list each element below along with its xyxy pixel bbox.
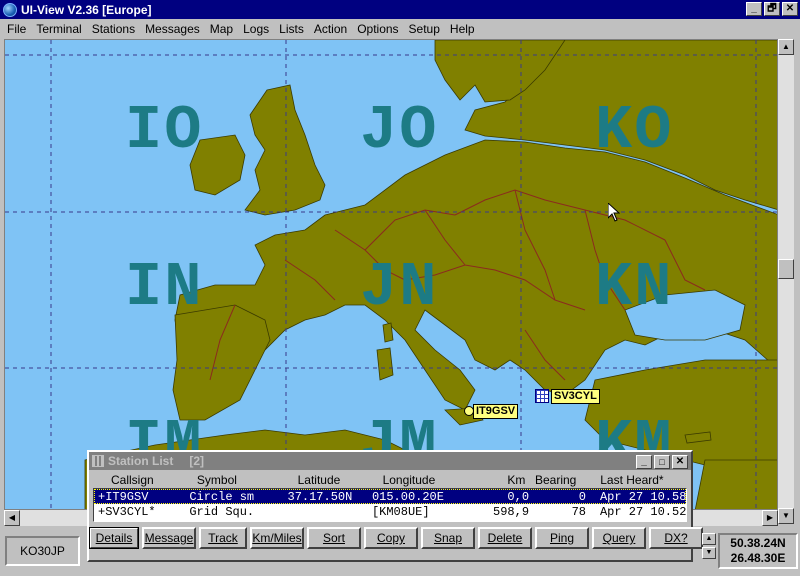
minimize-button[interactable]: _ <box>746 2 762 16</box>
cell-km: 0,0 <box>507 489 530 504</box>
station-list-body[interactable]: +IT9GSV Circle sm 37.17.50N 015.00.20E 0… <box>93 488 687 522</box>
scroll-up-icon[interactable]: ▲ <box>778 39 794 55</box>
grid-label-jo: JO <box>360 95 439 166</box>
scroll-left-icon[interactable]: ◀ <box>4 510 20 526</box>
snap-button[interactable]: Snap <box>421 527 475 549</box>
restore-button[interactable]: 🗗 <box>764 2 780 16</box>
window-title: UI-View V2.36 [Europe] <box>21 2 152 17</box>
grid-label-kn: KN <box>595 252 674 323</box>
list-maximize-button[interactable]: □ <box>654 455 670 469</box>
col-last-heard[interactable]: Last Heard* <box>588 473 687 487</box>
scroll-down-icon[interactable]: ▼ <box>778 508 794 524</box>
col-longitude[interactable]: Longitude <box>373 473 472 487</box>
copy-button[interactable]: Copy <box>364 527 418 549</box>
details-button[interactable]: Details <box>89 527 139 549</box>
menu-bar: File Terminal Stations Messages Map Logs… <box>0 19 800 38</box>
menu-action[interactable]: Action <box>309 22 352 36</box>
station-list-titlebar[interactable]: Station List [2] _ □ ✕ <box>89 452 691 470</box>
table-row[interactable]: +IT9GSV Circle sm 37.17.50N 015.00.20E 0… <box>94 489 686 504</box>
list-close-button[interactable]: ✕ <box>672 455 688 469</box>
cell-longitude: [KM08UE] <box>371 504 430 519</box>
cell-bearing: 0 <box>578 489 586 504</box>
menu-setup[interactable]: Setup <box>404 22 445 36</box>
island-sardinia <box>376 347 394 381</box>
cell-bearing: 78 <box>571 504 586 519</box>
station-label-it9gsv[interactable]: IT9GSV <box>473 404 519 419</box>
cell-last-heard: Apr 27 10.58 <box>599 489 687 504</box>
spin-up-icon[interactable]: ▲ <box>702 533 716 545</box>
table-row[interactable]: +SV3CYL* Grid Squ. [KM08UE] 598,9 78 Apr… <box>94 504 686 519</box>
message-button[interactable]: Message <box>142 527 196 549</box>
vertical-scrollbar[interactable]: ▲ ▼ <box>778 39 794 524</box>
spin-down-icon[interactable]: ▼ <box>702 547 716 559</box>
locator-display: KO30JP <box>5 536 80 566</box>
grid-label-io: IO <box>125 95 204 166</box>
grid-square-icon[interactable] <box>535 389 549 403</box>
mouse-pointer-icon <box>608 203 620 222</box>
scroll-right-icon[interactable]: ▶ <box>762 510 778 526</box>
cell-longitude: 015.00.20E <box>371 489 444 504</box>
menu-help[interactable]: Help <box>445 22 480 36</box>
col-callsign[interactable]: Callsign <box>93 473 189 487</box>
menu-messages[interactable]: Messages <box>140 22 205 36</box>
cursor-latitude: 50.38.24N <box>730 536 786 550</box>
cell-callsign: +SV3CYL* <box>98 504 156 519</box>
km-miles-button[interactable]: Km/Miles <box>250 527 304 549</box>
cell-last-heard: Apr 27 10.52 <box>599 504 687 519</box>
col-bearing[interactable]: Bearing <box>531 473 588 487</box>
ping-button[interactable]: Ping <box>535 527 589 549</box>
station-list-buttons: Details Message Track Km/Miles Sort Copy… <box>89 527 703 549</box>
cell-callsign: +IT9GSV <box>98 489 149 504</box>
globe-icon[interactable] <box>3 2 17 17</box>
grid-label-ko: KO <box>595 95 674 166</box>
menu-stations[interactable]: Stations <box>87 22 140 36</box>
sort-button[interactable]: Sort <box>307 527 361 549</box>
grid-label-jn: JN <box>360 252 439 323</box>
vertical-scroll-thumb[interactable] <box>778 259 794 279</box>
col-symbol[interactable]: Symbol <box>189 473 288 487</box>
menu-file[interactable]: File <box>2 22 31 36</box>
grid-label-in: IN <box>125 252 204 323</box>
cell-symbol: Circle sm <box>189 489 255 504</box>
map-view[interactable]: IO JO KO IN JN KN IM JM KM IT9GSV SV3CYL <box>4 39 778 510</box>
cell-symbol: Grid Squ. <box>189 504 255 519</box>
station-list-title: Station List <box>108 454 174 468</box>
coordinates-display: 50.38.24N 26.48.30E <box>718 533 798 569</box>
coord-spinner[interactable]: ▲ ▼ <box>702 533 716 569</box>
track-button[interactable]: Track <box>199 527 247 549</box>
cell-km: 598,9 <box>493 504 530 519</box>
list-header: Callsign Symbol Latitude Longitude Km Be… <box>93 472 687 488</box>
station-count: [2] <box>189 454 205 468</box>
query-button[interactable]: Query <box>592 527 646 549</box>
title-bar: UI-View V2.36 [Europe] _ 🗗 ✕ <box>0 0 800 19</box>
menu-terminal[interactable]: Terminal <box>31 22 86 36</box>
col-km[interactable]: Km <box>471 473 531 487</box>
menu-logs[interactable]: Logs <box>238 22 274 36</box>
col-latitude[interactable]: Latitude <box>288 473 373 487</box>
land-levant <box>694 459 777 509</box>
cell-latitude: 37.17.50N <box>287 489 353 504</box>
cursor-longitude: 26.48.30E <box>730 551 786 565</box>
menu-options[interactable]: Options <box>352 22 403 36</box>
dx-button[interactable]: DX? <box>649 527 703 549</box>
list-window-icon[interactable] <box>92 455 104 467</box>
island-corsica <box>382 322 394 343</box>
menu-map[interactable]: Map <box>205 22 238 36</box>
delete-button[interactable]: Delete <box>478 527 532 549</box>
close-button[interactable]: ✕ <box>782 2 798 16</box>
station-label-sv3cyl[interactable]: SV3CYL <box>551 389 600 404</box>
list-minimize-button[interactable]: _ <box>636 455 652 469</box>
land-britain <box>244 84 326 216</box>
menu-lists[interactable]: Lists <box>274 22 309 36</box>
